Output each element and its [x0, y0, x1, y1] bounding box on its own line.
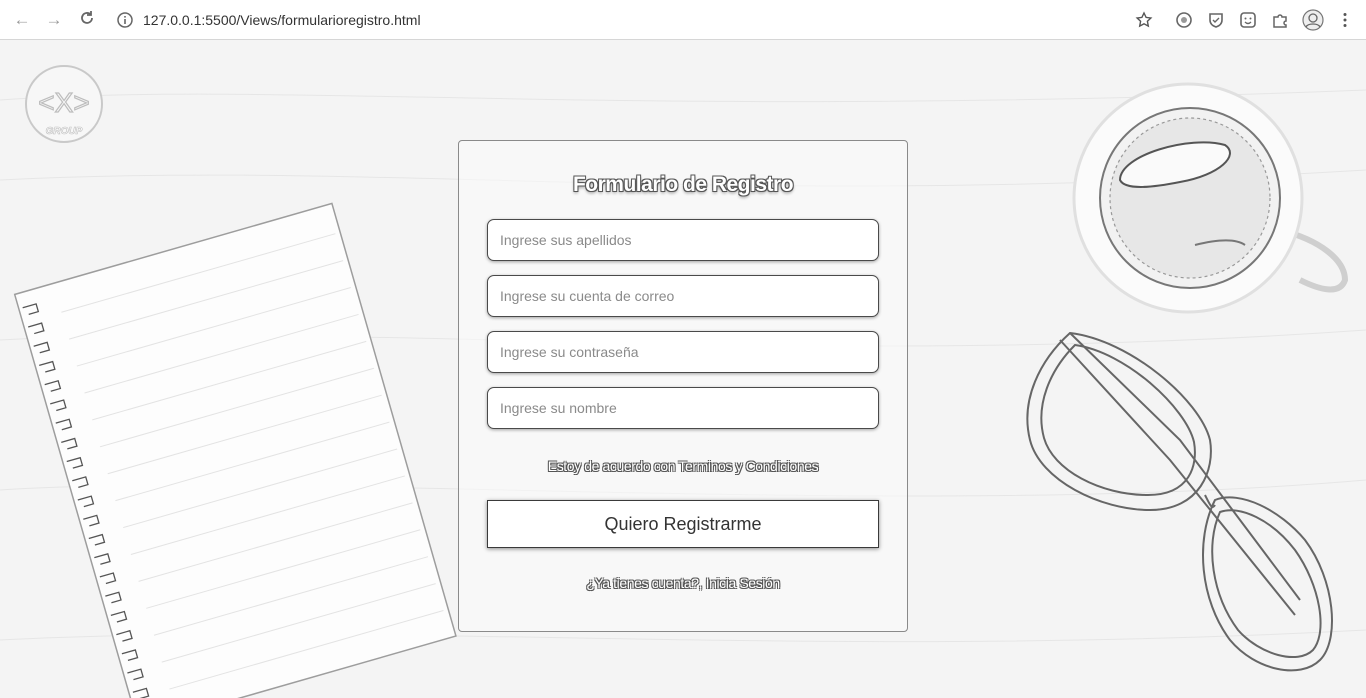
login-link[interactable]: ¿Ya tienes cuenta?, Inicia Sesión	[459, 575, 907, 591]
surname-input[interactable]	[488, 220, 878, 260]
address-bar[interactable]: 127.0.0.1:5500/Views/formularioregistro.…	[143, 12, 421, 28]
terms-link[interactable]: Estoy de acuerdo con Terminos y Condicio…	[459, 458, 907, 474]
registration-form: Formulario de Registro Estoy de acuerdo …	[458, 140, 908, 632]
register-button[interactable]: Quiero Registrarme	[487, 500, 879, 548]
menu-dots-icon[interactable]	[1336, 11, 1354, 29]
reload-icon[interactable]	[77, 10, 97, 30]
group-logo: <X> GROUP	[25, 65, 103, 143]
puzzle-icon[interactable]	[1271, 11, 1289, 29]
svg-text:GROUP: GROUP	[46, 126, 83, 137]
glasses-illustration	[1026, 331, 1333, 672]
password-input[interactable]	[488, 332, 878, 372]
extension-circle-icon[interactable]	[1175, 11, 1193, 29]
email-input[interactable]	[488, 276, 878, 316]
notebook-illustration	[13, 202, 457, 698]
star-icon[interactable]	[1135, 11, 1153, 29]
shield-icon[interactable]	[1207, 11, 1225, 29]
arrow-left-icon[interactable]: ←	[12, 10, 32, 30]
info-icon[interactable]	[116, 11, 134, 29]
email-field-wrapper	[487, 275, 879, 317]
name-field-wrapper	[487, 387, 879, 429]
arrow-right-icon[interactable]: →	[44, 10, 64, 30]
password-field-wrapper	[487, 331, 879, 373]
name-input[interactable]	[488, 388, 878, 428]
form-title: Formulario de Registro	[572, 173, 794, 196]
svg-text:<X>: <X>	[38, 87, 89, 118]
face-icon[interactable]	[1239, 11, 1257, 29]
browser-toolbar: ← → 127.0.0.1:5500/Views/formularioregis…	[0, 0, 1366, 40]
surname-field-wrapper	[487, 219, 879, 261]
profile-avatar-icon[interactable]	[1302, 9, 1324, 31]
coffee-cup-illustration	[1072, 82, 1349, 314]
